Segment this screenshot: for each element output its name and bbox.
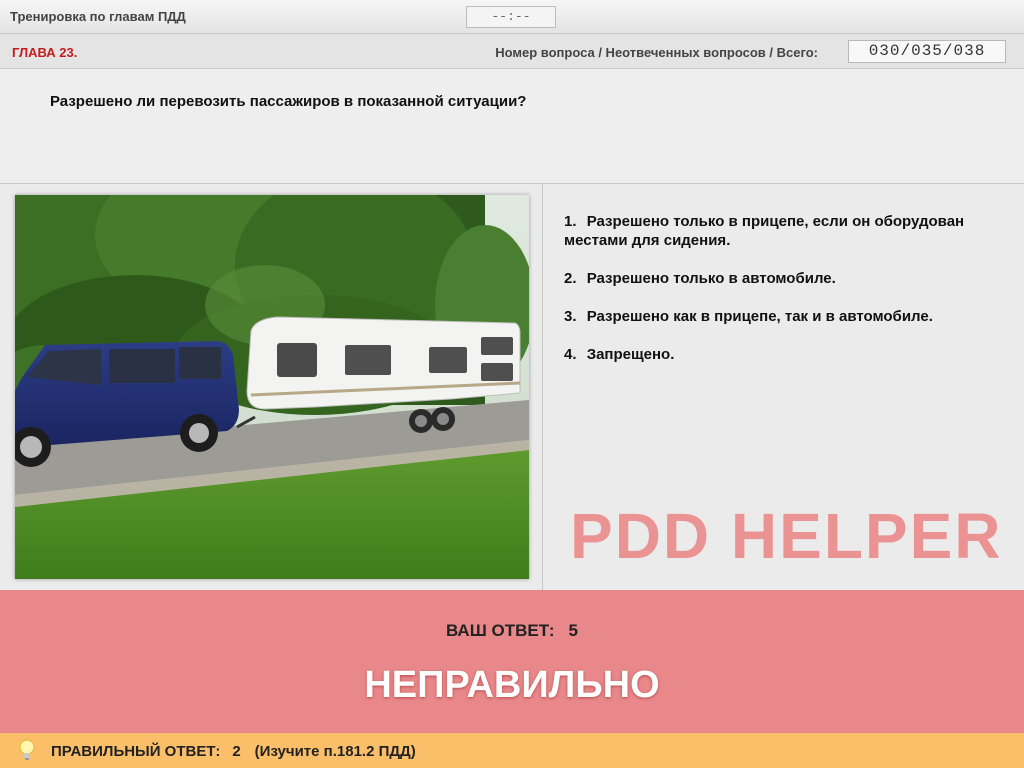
timer-display: --:-- [466, 6, 556, 28]
answer-number: 4. [564, 346, 577, 363]
van-with-caravan-image [15, 195, 529, 579]
verdict-text: НЕПРАВИЛЬНО [364, 664, 660, 706]
rule-reference: (Изучите п.181.2 ПДД) [254, 743, 416, 760]
correct-answer-label: ПРАВИЛЬНЫЙ ОТВЕТ: [51, 743, 221, 760]
answer-list: 1. Разрешено только в прицепе, если он о… [564, 212, 1004, 383]
your-answer: ВАШ ОТВЕТ: 5 [0, 621, 1024, 641]
chapter-bar: ГЛАВА 23. Номер вопроса / Неотвеченных в… [0, 34, 1024, 69]
answer-number: 2. [564, 270, 577, 287]
question-photo [15, 195, 529, 579]
answer-text: Запрещено. [586, 346, 675, 363]
question-body: 1. Разрешено только в прицепе, если он о… [0, 184, 1024, 590]
question-counter-label: Номер вопроса / Неотвеченных вопросов / … [495, 45, 818, 60]
answer-text: Разрешено только в автомобиле. [586, 270, 836, 287]
panel-divider [542, 184, 543, 590]
answer-number: 3. [564, 308, 577, 325]
watermark-logo: PDD HELPER [570, 500, 1003, 572]
answer-option-3[interactable]: 3. Разрешено как в прицепе, так и в авто… [564, 307, 1004, 326]
result-panel: ВАШ ОТВЕТ: 5 НЕПРАВИЛЬНО [0, 590, 1024, 733]
question-text: Разрешено ли перевозить пассажиров в пок… [50, 93, 527, 110]
top-bar: Тренировка по главам ПДД --:-- [0, 0, 1024, 34]
your-answer-value: 5 [568, 621, 579, 640]
correct-answer: ПРАВИЛЬНЫЙ ОТВЕТ: 2 (Изучите п.181.2 ПДД) [51, 743, 416, 760]
answer-number: 1. [564, 213, 577, 230]
answer-option-4[interactable]: 4. Запрещено. [564, 345, 1004, 364]
question-counter: 030/035/038 [848, 40, 1006, 63]
app-title: Тренировка по главам ПДД [10, 9, 186, 24]
answer-text: Разрешено только в прицепе, если он обор… [564, 213, 965, 249]
your-answer-label: ВАШ ОТВЕТ: [445, 621, 555, 640]
correct-answer-bar: ПРАВИЛЬНЫЙ ОТВЕТ: 2 (Изучите п.181.2 ПДД) [0, 733, 1024, 768]
answer-option-1[interactable]: 1. Разрешено только в прицепе, если он о… [564, 212, 1004, 250]
answer-text: Разрешено как в прицепе, так и в автомоб… [586, 308, 933, 325]
question-panel: Разрешено ли перевозить пассажиров в пок… [0, 69, 1024, 184]
answer-option-2[interactable]: 2. Разрешено только в автомобиле. [564, 269, 1004, 288]
chapter-title: ГЛАВА 23. [12, 45, 78, 60]
lightbulb-icon [19, 739, 35, 760]
correct-answer-value: 2 [232, 743, 241, 760]
